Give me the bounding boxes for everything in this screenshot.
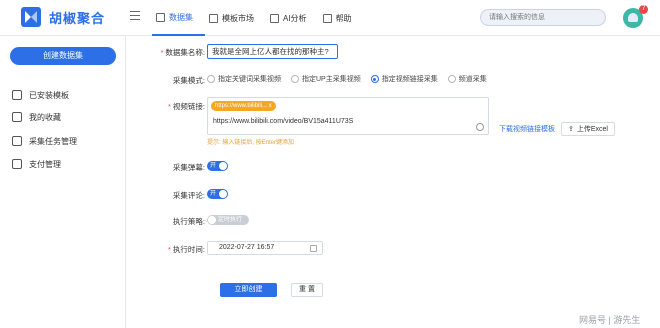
upload-icon: ⇪ [568,126,574,133]
nav-help-label: 帮助 [335,13,352,23]
clock-icon [476,123,484,131]
nav-dataset-label: 数据集 [169,12,193,22]
download-template-link[interactable]: 下载视频链接模板 [499,124,555,134]
danmaku-toggle[interactable]: 开 [207,161,228,171]
installed-template-icon [12,90,22,100]
task-icon [12,136,22,146]
watermark: 网易号 | 游先生 [579,315,641,325]
create-dataset-button[interactable]: 创建数据集 [10,47,116,65]
dataset-name-input[interactable]: 我就是全网上亿人都在找的那种主? [207,44,338,59]
favorites-icon [12,112,22,122]
radio-channel[interactable]: 频道采集 [447,74,487,84]
nav-dataset[interactable]: 数据集 [152,0,205,36]
comment-toggle[interactable]: 开 [207,189,228,199]
radio-uploader[interactable]: 指定UP主采集视频 [291,74,361,84]
comment-label: 采集评论: [172,191,205,200]
sidebar-item-label: 已安装模板 [29,90,69,100]
video-link-textarea[interactable]: https://www.bilibili... x https://www.bi… [207,97,489,135]
template-icon [209,13,218,23]
danmaku-label: 采集弹幕: [172,163,205,172]
sidebar: 创建数据集 已安装模板 我的收藏 采集任务管理 支付管理 [0,36,126,328]
radio-dot [291,75,299,83]
upload-excel-label: 上传Excel [576,126,608,133]
dataset-icon [156,12,165,22]
logo-text: 胡椒聚合 [49,10,106,26]
video-url-text: https://www.bilibili.com/video/BV15a411U… [213,118,354,125]
execution-time-value: 2022-07-27 16:57 [219,244,275,251]
radio-keyword[interactable]: 指定关键词采集视频 [207,74,281,84]
main-form: * 数据集名称: 我就是全网上亿人都在找的那种主? 采集模式: 指定关键词采集视频… [127,36,660,328]
execution-time-input[interactable]: 2022-07-27 16:57 [207,241,323,255]
sidebar-item-label: 支付管理 [29,159,61,169]
dataset-name-label: * 数据集名称: [160,48,205,57]
sidebar-item-installed-templates[interactable]: 已安装模板 [12,88,69,102]
payment-icon [12,159,22,169]
strategy-toggle[interactable]: 定时执行 [207,215,249,225]
strategy-label: 执行策略: [172,217,205,226]
radio-dot [370,75,379,83]
nav-ai-analysis[interactable]: AI分析 [266,0,319,36]
input-hint: 提示: 输入链接后, 按Enter键添加 [207,140,295,146]
notification-badge: 7 [639,5,648,14]
nav-template-market[interactable]: 模板市场 [205,0,266,36]
top-nav: 数据集 模板市场 AI分析 帮助 [152,0,364,36]
sidebar-item-favorites[interactable]: 我的收藏 [12,110,61,124]
sidebar-item-label: 采集任务管理 [29,136,77,146]
collect-mode-label: 采集模式: [172,76,205,85]
upload-excel-button[interactable]: ⇪ 上传Excel [561,122,615,136]
nav-ai-label: AI分析 [283,13,307,23]
radio-video-link[interactable]: 指定视频链接采集 [370,74,438,84]
create-now-button[interactable]: 立即创建 [220,283,277,297]
search-input[interactable] [480,9,606,26]
sidebar-item-task-management[interactable]: 采集任务管理 [12,134,77,148]
menu-toggle-icon[interactable] [130,11,140,21]
video-link-label: * 视频链接: [167,102,205,111]
sidebar-item-label: 我的收藏 [29,112,61,122]
radio-dot [207,75,215,83]
help-icon [322,13,332,23]
top-bar: 胡椒聚合 数据集 模板市场 AI分析 帮助 7 [0,0,660,36]
logo-icon [21,7,41,27]
nav-help[interactable]: 帮助 [319,0,364,36]
logo[interactable]: 胡椒聚合 [20,6,105,28]
radio-dot [447,75,456,83]
nav-template-label: 模板市场 [222,13,254,23]
sidebar-item-payment[interactable]: 支付管理 [12,157,61,171]
time-label: * 执行时间: [167,245,205,254]
reset-button[interactable]: 重 置 [291,283,323,297]
video-link-tag[interactable]: https://www.bilibili... x [211,101,276,111]
ai-icon [270,13,279,23]
calendar-icon [310,245,317,252]
collect-mode-group: 指定关键词采集视频 指定UP主采集视频 指定视频链接采集 频道采集 [207,74,487,84]
